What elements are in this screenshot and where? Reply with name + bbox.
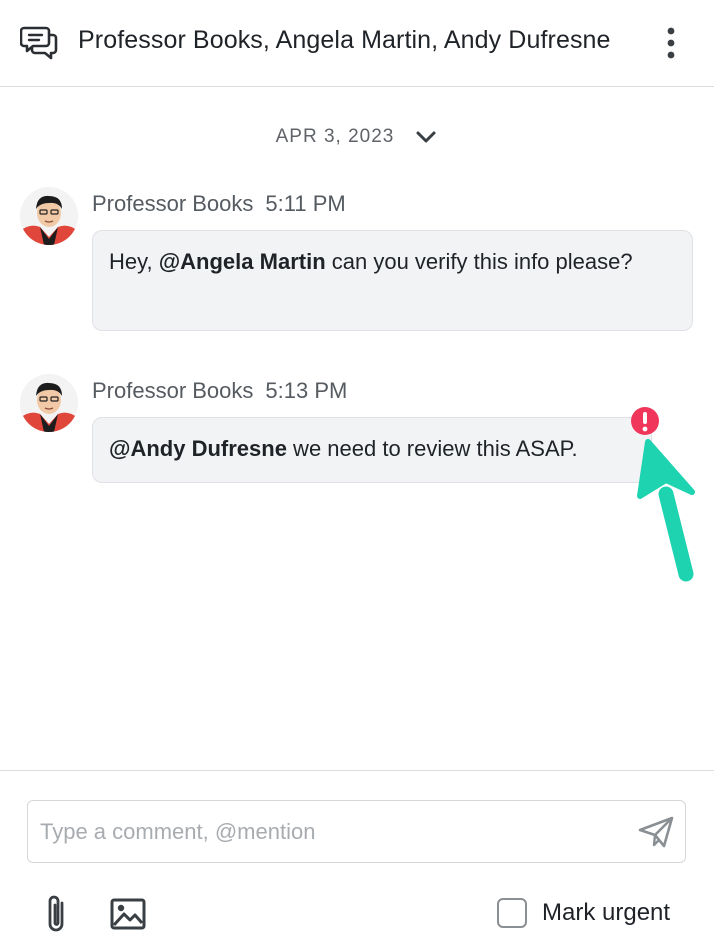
avatar [20, 187, 78, 245]
comment-composer [27, 800, 686, 863]
message-time: 5:13 PM [265, 378, 348, 403]
message-text: Hey, [109, 249, 159, 274]
mention[interactable]: @Andy Dufresne [109, 436, 287, 461]
message-bubble: @Andy Dufresne we need to review this AS… [92, 417, 652, 483]
mark-urgent-toggle[interactable]: Mark urgent [497, 897, 670, 929]
author-name: Professor Books [92, 191, 254, 216]
date-divider: APR 3, 2023 [0, 120, 714, 154]
send-icon[interactable] [637, 815, 675, 849]
message-text: can you verify this info please? [325, 249, 633, 274]
comments-panel: Professor Books, Angela Martin, Andy Duf… [0, 0, 714, 951]
more-vertical-icon[interactable] [658, 25, 684, 61]
message-time: 5:11 PM [265, 191, 346, 216]
mark-urgent-label: Mark urgent [542, 899, 671, 926]
urgent-alert-icon [631, 407, 659, 435]
composer-divider [0, 770, 714, 771]
comment-input[interactable] [40, 801, 630, 862]
thread-title: Professor Books, Angela Martin, Andy Duf… [78, 26, 611, 54]
chat-bubbles-icon [20, 26, 58, 60]
image-icon[interactable] [110, 898, 146, 930]
message-meta: Professor Books 5:13 PM [92, 378, 347, 404]
mark-urgent-checkbox[interactable] [497, 898, 527, 928]
message-text: we need to review this ASAP. [286, 436, 578, 461]
author-name: Professor Books [92, 378, 254, 403]
paperclip-icon[interactable] [42, 893, 72, 935]
avatar-illustration [20, 374, 78, 432]
message-bubble: Hey, @Angela Martin can you verify this … [92, 230, 693, 331]
avatar-illustration [20, 187, 78, 245]
mention[interactable]: @Angela Martin [159, 249, 326, 274]
date-label: APR 3, 2023 [275, 126, 395, 147]
message-meta: Professor Books 5:11 PM [92, 191, 346, 217]
avatar [20, 374, 78, 432]
chevron-down-icon[interactable] [414, 125, 438, 149]
thread-header: Professor Books, Angela Martin, Andy Duf… [0, 0, 714, 87]
